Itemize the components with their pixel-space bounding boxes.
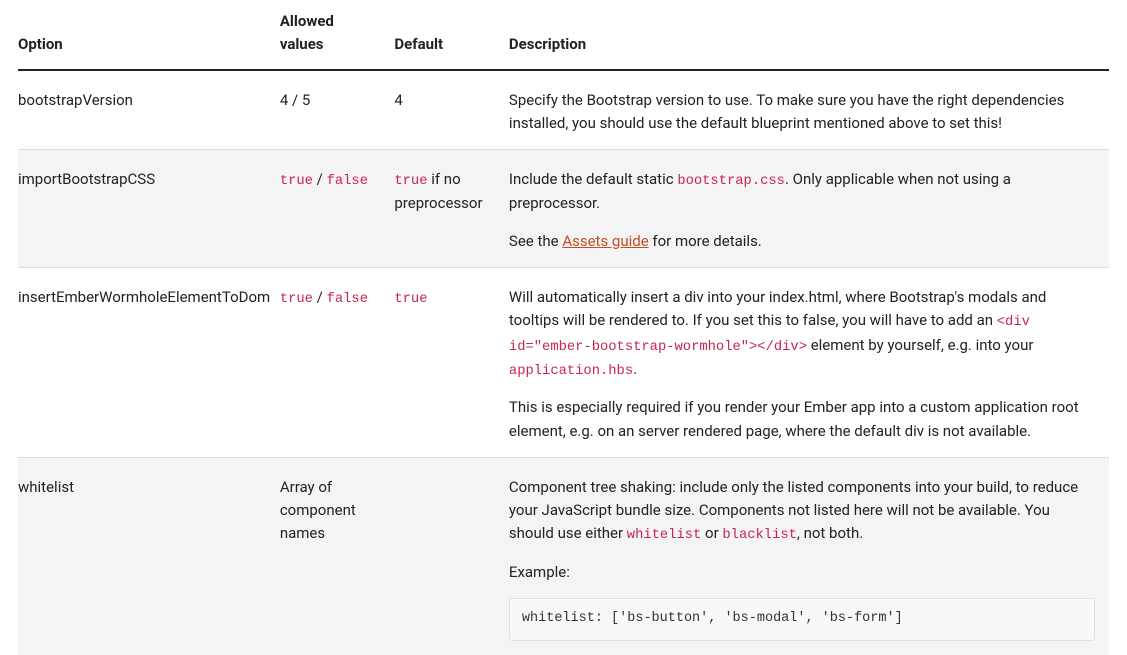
assets-guide-link[interactable]: Assets guide: [562, 232, 648, 250]
desc-paragraph: Include the default static bootstrap.css…: [509, 168, 1095, 216]
code-value: bootstrap.css: [677, 174, 785, 189]
col-description: Description: [509, 0, 1109, 70]
cell-option: bootstrapVersion: [18, 70, 280, 150]
cell-default: true: [394, 267, 509, 457]
code-value: false: [327, 292, 368, 307]
code-value: true: [280, 174, 313, 189]
cell-option: importBootstrapCSS: [18, 150, 280, 268]
table-row: bootstrapVersion4 / 54Specify the Bootst…: [18, 70, 1109, 150]
code-value: false: [327, 174, 368, 189]
desc-paragraph: Specify the Bootstrap version to use. To…: [509, 89, 1095, 136]
table-header-row: Option Allowed values Default Descriptio…: [18, 0, 1109, 70]
cell-allowed: Array of component names: [280, 457, 395, 655]
cell-default: true if no preprocessor: [394, 150, 509, 268]
cell-allowed: 4 / 5: [280, 70, 395, 150]
cell-default: 4: [394, 70, 509, 150]
cell-default: [394, 457, 509, 655]
options-table: Option Allowed values Default Descriptio…: [18, 0, 1109, 655]
desc-paragraph: Will automatically insert a div into you…: [509, 286, 1095, 382]
code-value: true: [394, 292, 427, 307]
cell-description: Specify the Bootstrap version to use. To…: [509, 70, 1109, 150]
cell-allowed: true / false: [280, 150, 395, 268]
desc-paragraph: Component tree shaking: include only the…: [509, 476, 1095, 547]
code-value: <div id="ember-bootstrap-wormhole"></div…: [509, 315, 1030, 354]
code-value: blacklist: [722, 528, 797, 543]
code-value: true: [394, 174, 427, 189]
cell-option: insertEmberWormholeElementToDom: [18, 267, 280, 457]
cell-description: Component tree shaking: include only the…: [509, 457, 1109, 655]
cell-option: whitelist: [18, 457, 280, 655]
cell-description: Will automatically insert a div into you…: [509, 267, 1109, 457]
table-row: insertEmberWormholeElementToDomtrue / fa…: [18, 267, 1109, 457]
col-option: Option: [18, 0, 280, 70]
code-value: whitelist: [627, 528, 702, 543]
code-value: application.hbs: [509, 364, 633, 379]
col-default: Default: [394, 0, 509, 70]
code-value: true: [280, 292, 313, 307]
cell-allowed: true / false: [280, 267, 395, 457]
code-block: whitelist: ['bs-button', 'bs-modal', 'bs…: [509, 598, 1095, 641]
table-row: importBootstrapCSStrue / falsetrue if no…: [18, 150, 1109, 268]
desc-paragraph: This is especially required if you rende…: [509, 396, 1095, 443]
cell-description: Include the default static bootstrap.css…: [509, 150, 1109, 268]
desc-paragraph: See the Assets guide for more details.: [509, 230, 1095, 253]
desc-paragraph: Example:: [509, 561, 1095, 584]
col-allowed: Allowed values: [280, 0, 395, 70]
table-row: whitelistArray of component namesCompone…: [18, 457, 1109, 655]
